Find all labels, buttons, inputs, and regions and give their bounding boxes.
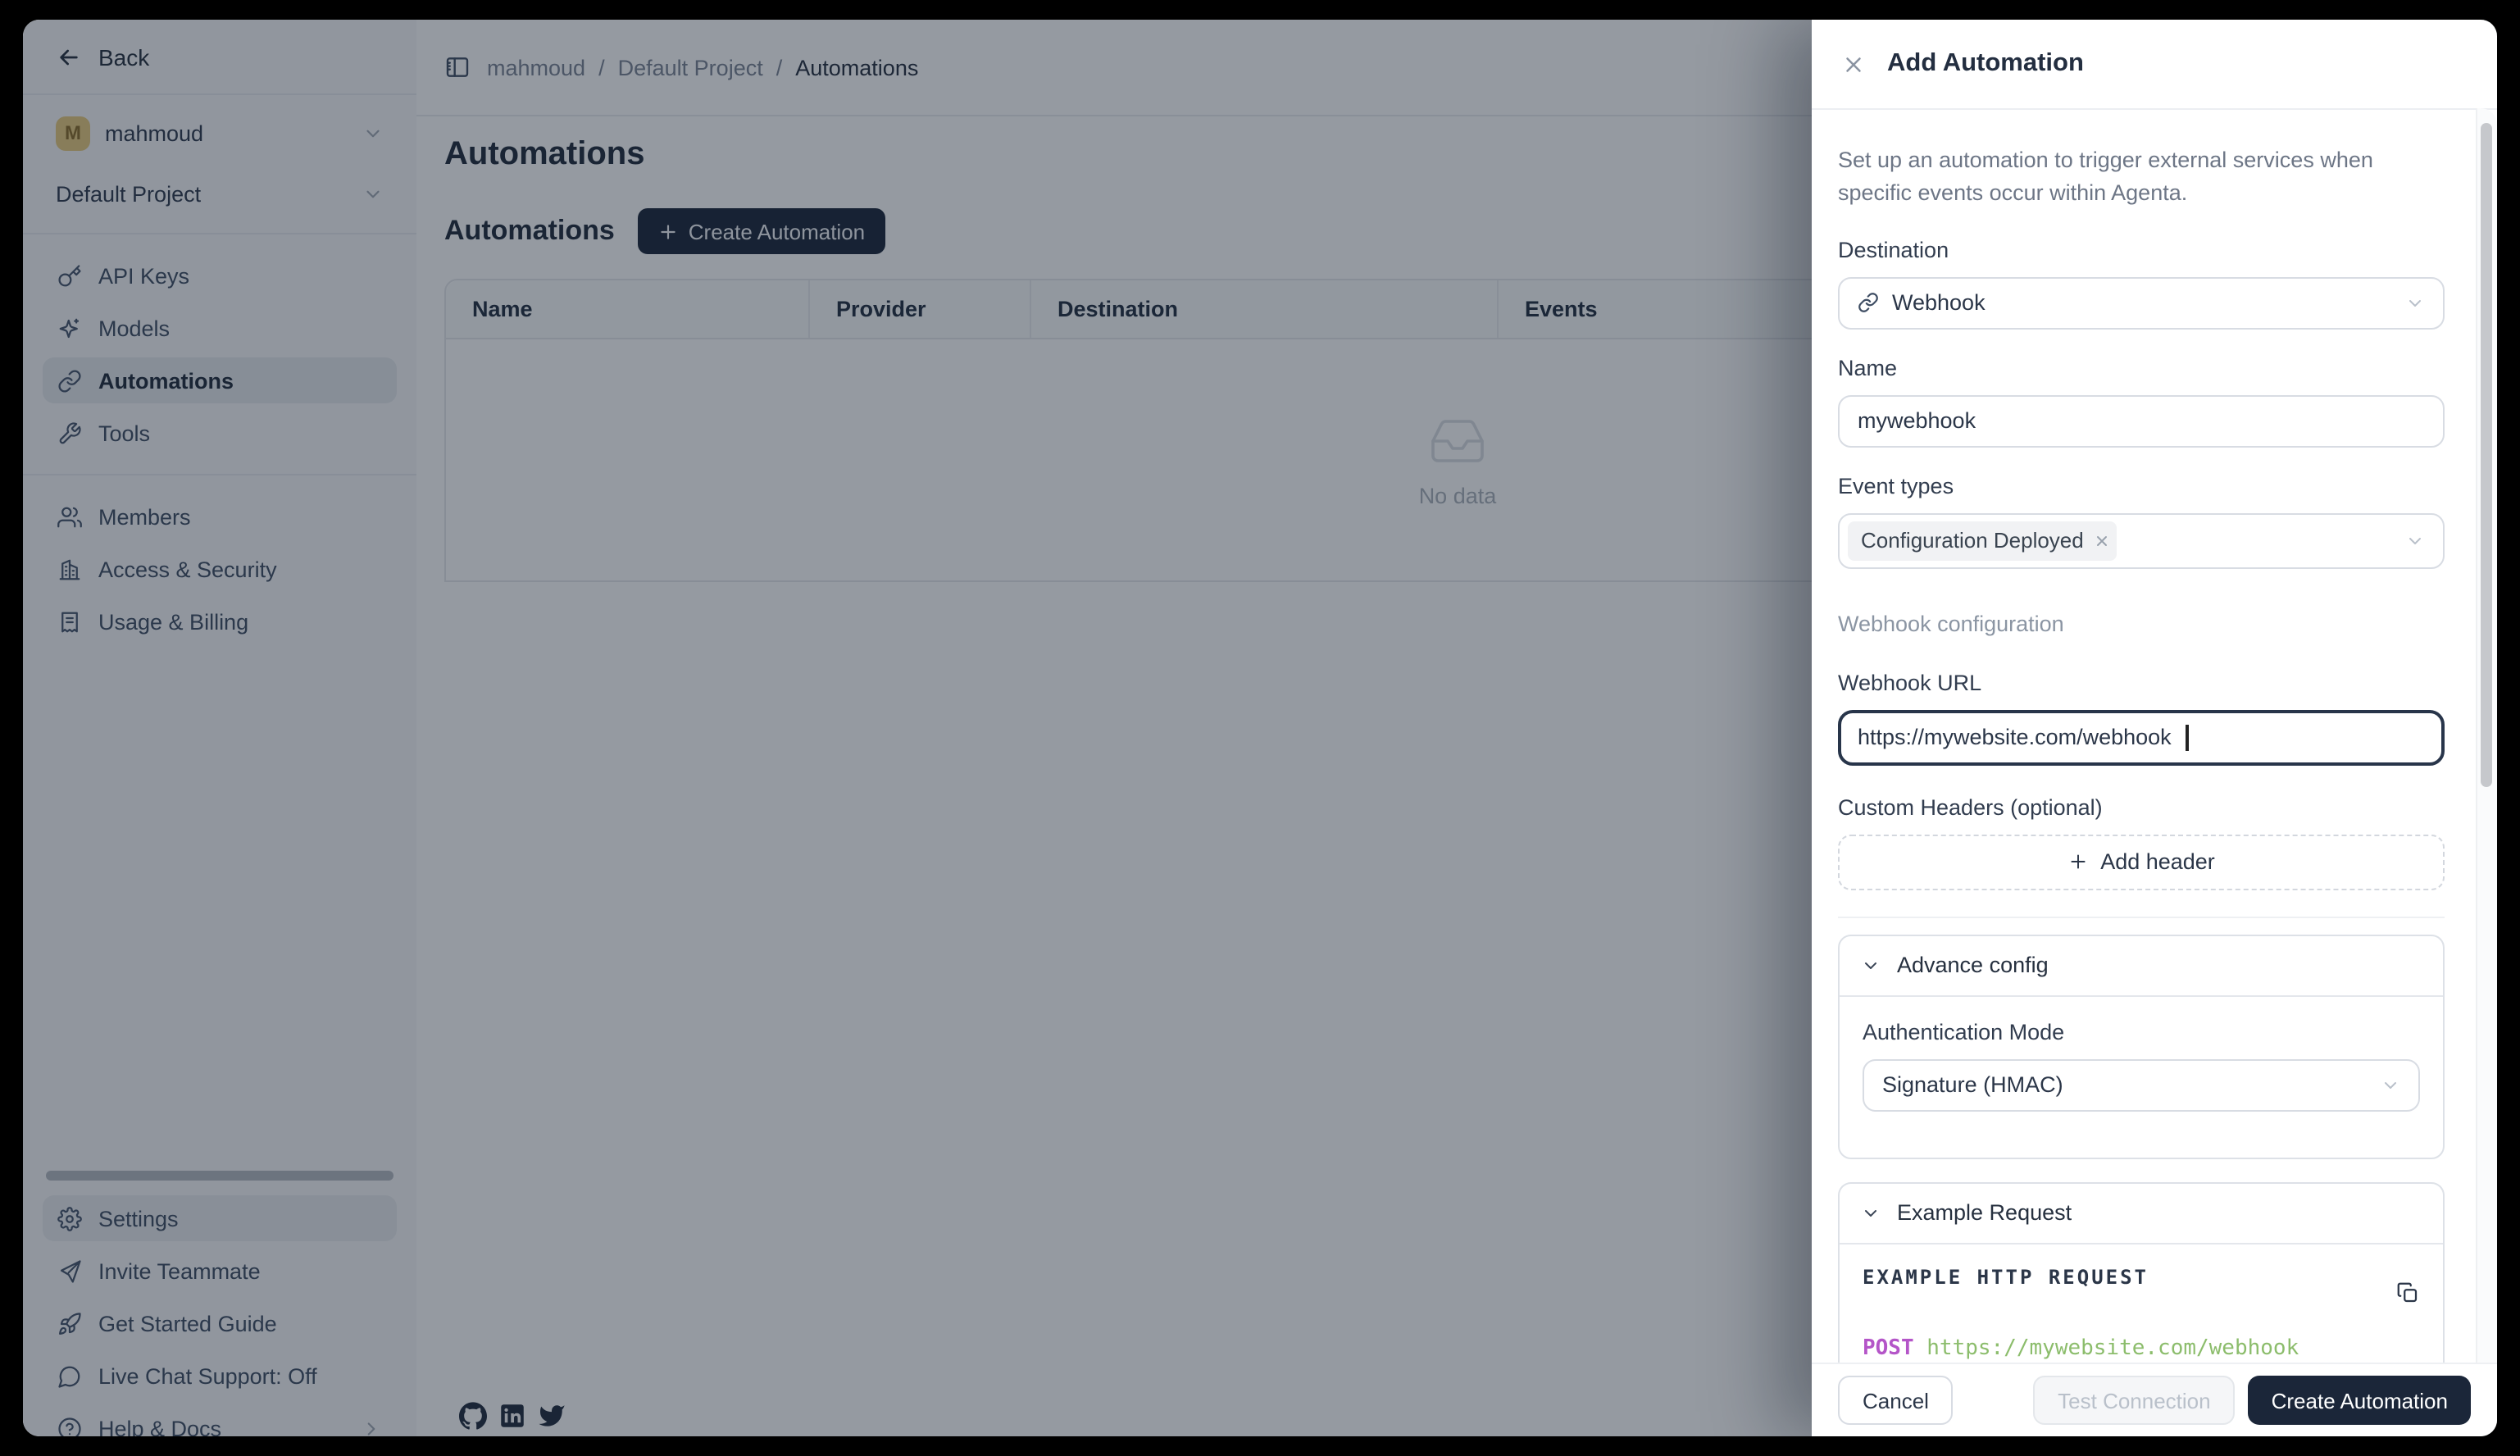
example-request-line: POST https://mywebsite.com/webhook xyxy=(1863,1332,2420,1363)
example-request-title: Example Request xyxy=(1897,1200,2072,1225)
add-header-button[interactable]: Add header xyxy=(1838,834,2445,890)
advance-config-panel: Advance config Authentication Mode Signa… xyxy=(1838,934,2445,1158)
auth-mode-select[interactable]: Signature (HMAC) xyxy=(1863,1058,2420,1111)
destination-label: Destination xyxy=(1838,234,2445,266)
app-window: Back M mahmoud Default Project API Key xyxy=(23,20,2497,1436)
drawer-scrollbar-thumb[interactable] xyxy=(2481,123,2492,787)
add-automation-drawer: Add Automation Set up an automation to t… xyxy=(1812,20,2497,1436)
destination-value: Webhook xyxy=(1892,290,2392,315)
drawer-title: Add Automation xyxy=(1887,49,2084,79)
cancel-button[interactable]: Cancel xyxy=(1838,1376,1954,1425)
chevron-down-icon xyxy=(1861,955,1881,975)
create-automation-submit-button[interactable]: Create Automation xyxy=(2249,1376,2471,1425)
drawer-footer: Cancel Test Connection Create Automation xyxy=(1812,1363,2497,1436)
event-type-tag-label: Configuration Deployed xyxy=(1861,528,2084,553)
chevron-down-icon xyxy=(2405,530,2425,550)
destination-select[interactable]: Webhook xyxy=(1838,276,2445,329)
advance-config-toggle[interactable]: Advance config xyxy=(1840,935,2443,996)
example-request-panel: Example Request EXAMPLE HTTP REQUEST POS… xyxy=(1838,1181,2445,1363)
advance-config-body: Authentication Mode Signature (HMAC) xyxy=(1840,996,2443,1157)
advance-config-title: Advance config xyxy=(1897,953,2049,977)
chevron-down-icon xyxy=(2405,293,2425,312)
event-types-select[interactable]: Configuration Deployed xyxy=(1838,512,2445,568)
add-header-label: Add header xyxy=(2100,849,2215,874)
auth-mode-value: Signature (HMAC) xyxy=(1882,1072,2368,1097)
webhook-config-heading: Webhook configuration xyxy=(1838,607,2445,640)
name-input[interactable] xyxy=(1838,394,2445,447)
drawer-scrollbar[interactable] xyxy=(2476,108,2497,1363)
copy-icon[interactable] xyxy=(2395,1280,2420,1304)
plus-icon xyxy=(2067,851,2089,872)
event-types-label: Event types xyxy=(1838,470,2445,503)
webhook-url-value: https://mywebsite.com/webhook xyxy=(1858,725,2172,749)
custom-headers-label: Custom Headers (optional) xyxy=(1838,791,2445,824)
remove-tag-icon[interactable] xyxy=(2094,532,2110,548)
text-caret xyxy=(2186,724,2189,750)
webhook-url-input[interactable]: https://mywebsite.com/webhook xyxy=(1838,709,2445,765)
chevron-down-icon xyxy=(2381,1075,2400,1094)
example-request-toggle[interactable]: Example Request xyxy=(1840,1183,2443,1244)
screen: Back M mahmoud Default Project API Key xyxy=(0,0,2520,1456)
webhook-url-label: Webhook URL xyxy=(1838,667,2445,699)
divider xyxy=(1838,916,2445,917)
drawer-header: Add Automation xyxy=(1812,20,2497,110)
drawer-description: Set up an automation to trigger external… xyxy=(1838,144,2445,211)
event-type-tag: Configuration Deployed xyxy=(1848,521,2117,560)
close-icon[interactable] xyxy=(1841,52,1866,76)
http-method: POST xyxy=(1863,1335,1914,1360)
name-label: Name xyxy=(1838,352,2445,384)
auth-mode-label: Authentication Mode xyxy=(1863,1016,2420,1049)
test-connection-button[interactable]: Test Connection xyxy=(2033,1376,2235,1425)
link-icon xyxy=(1858,292,1879,313)
drawer-body: Set up an automation to trigger external… xyxy=(1812,108,2497,1363)
http-url: https://mywebsite.com/webhook xyxy=(1926,1335,2299,1360)
chevron-down-icon xyxy=(1861,1203,1881,1222)
example-request-body: EXAMPLE HTTP REQUEST POST https://mywebs… xyxy=(1840,1244,2443,1363)
example-code-label: EXAMPLE HTTP REQUEST xyxy=(1863,1263,2420,1290)
